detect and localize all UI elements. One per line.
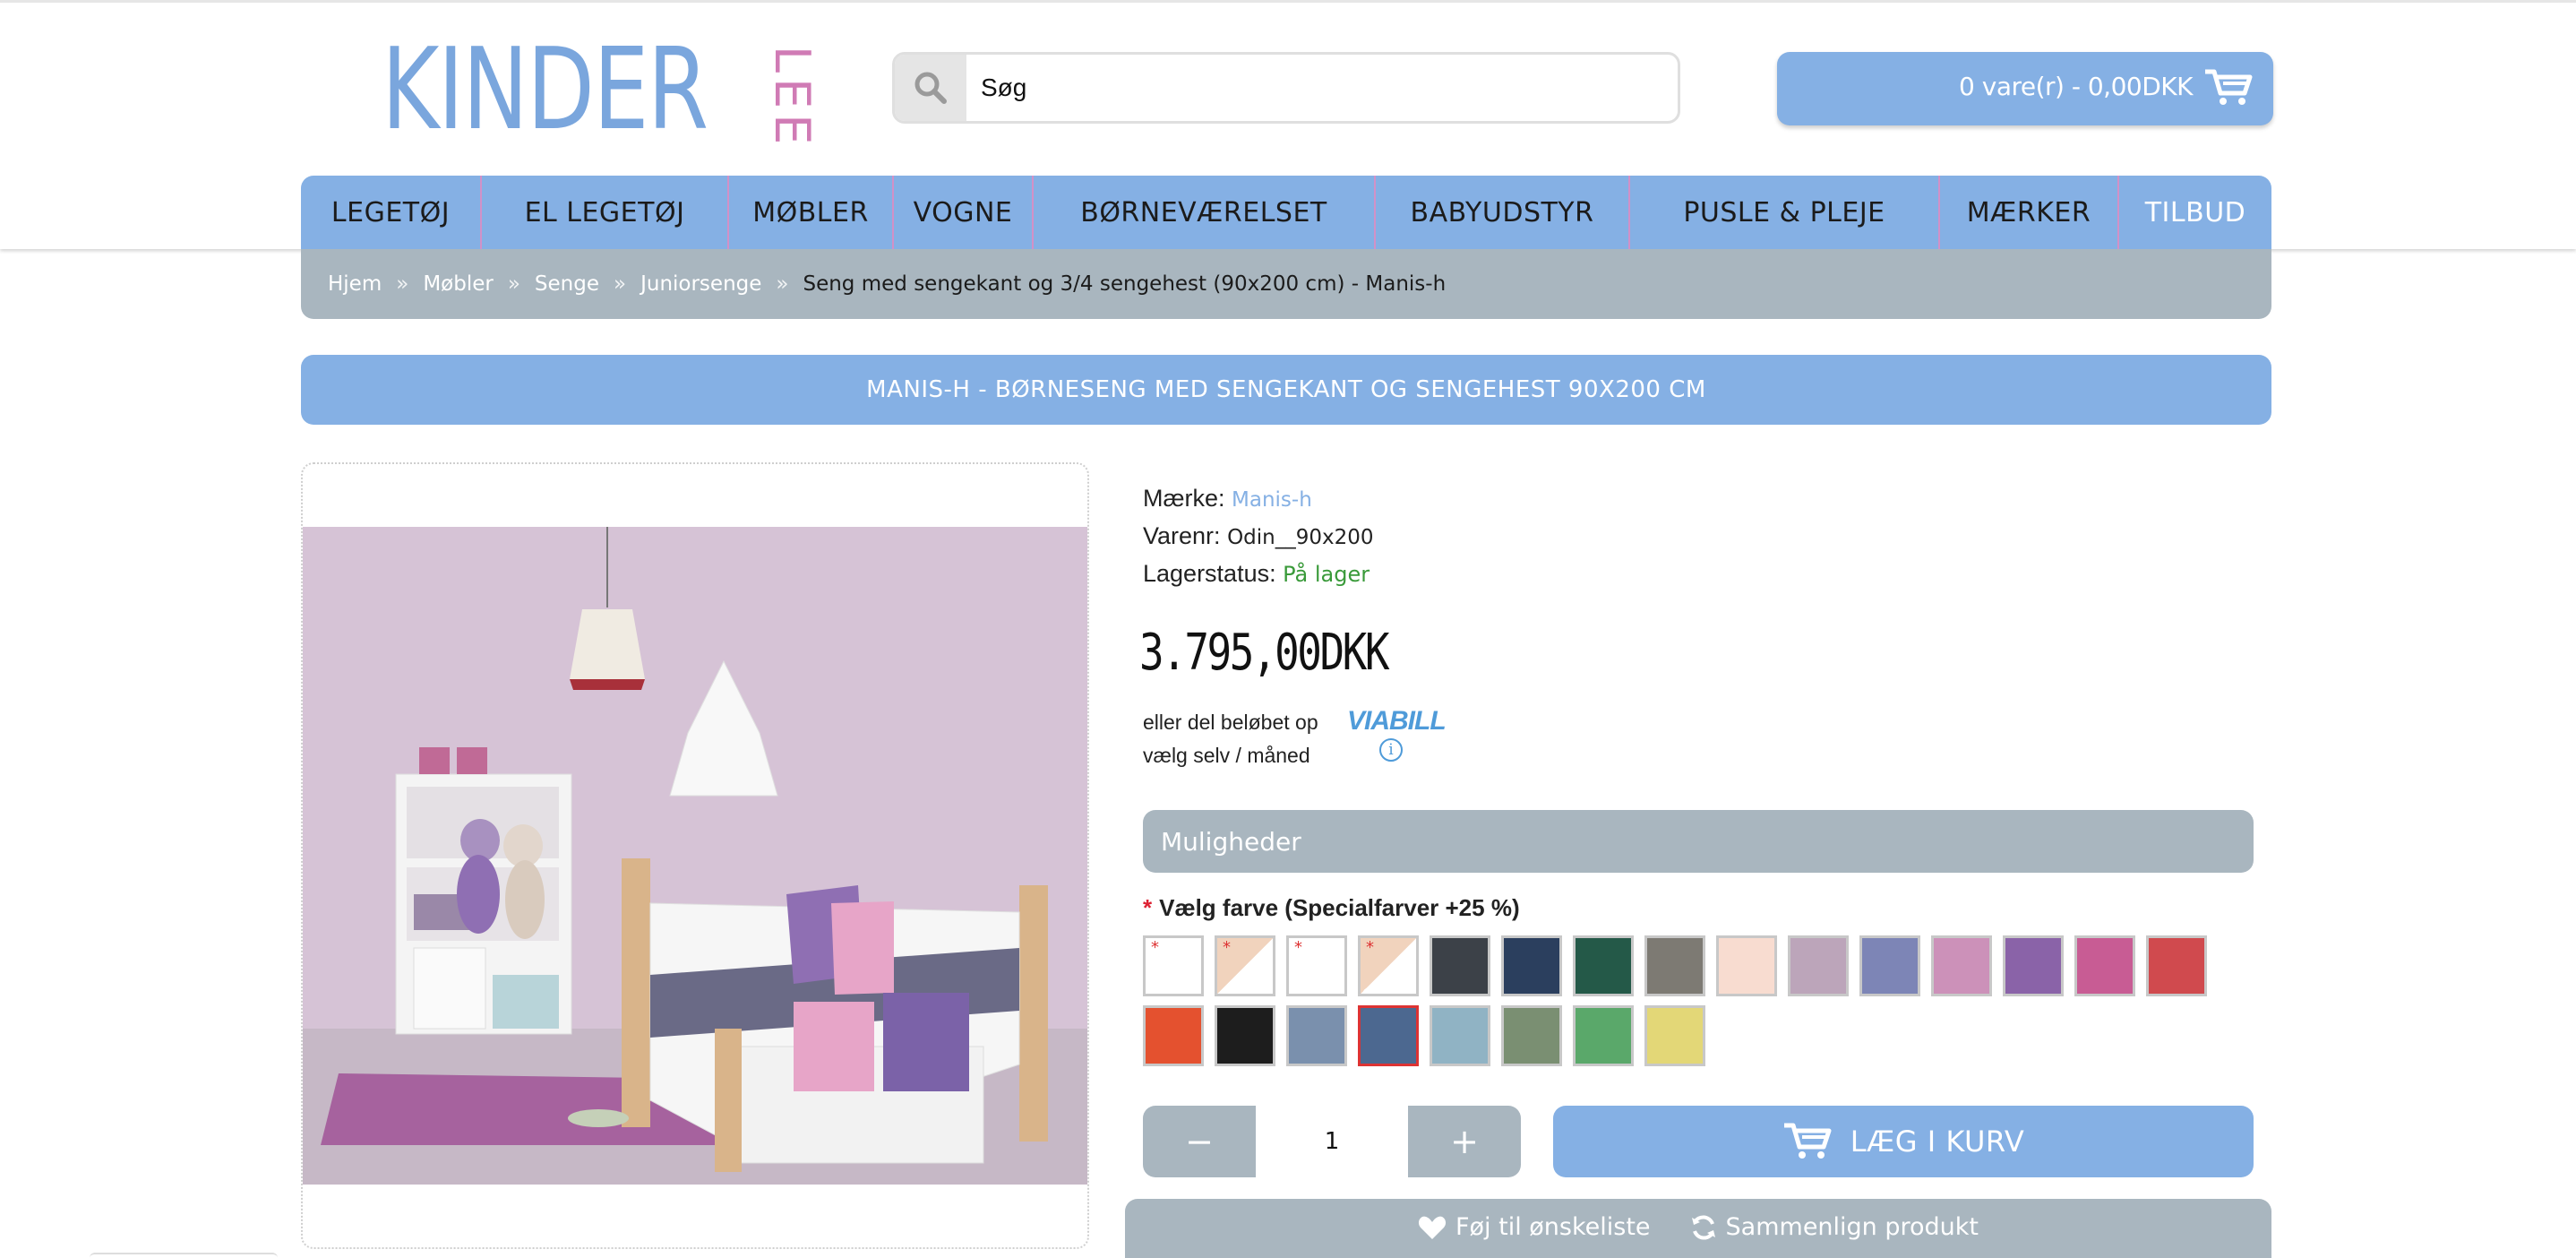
breadcrumb-link-juniorsenge[interactable]: Juniorsenge [640, 272, 761, 296]
color-swatch[interactable]: * [1215, 935, 1275, 996]
color-swatch[interactable] [1644, 1005, 1705, 1066]
refresh-icon [1691, 1215, 1715, 1239]
breadcrumb-separator: » [507, 272, 520, 296]
cart-icon [2203, 68, 2254, 111]
logo-main-text: KINDER [382, 23, 708, 155]
required-marker: * [1143, 894, 1153, 921]
stock-status: På lager [1283, 562, 1370, 587]
sku-value: Odin__90x200 [1227, 526, 1374, 549]
nav-item-mobler[interactable]: MØBLER [729, 176, 894, 249]
color-swatch[interactable] [1788, 935, 1849, 996]
quantity-decrease-button[interactable]: − [1143, 1106, 1256, 1177]
product-title: MANIS-H - BØRNESENG MED SENGEKANT OG SEN… [301, 355, 2271, 425]
color-swatch[interactable] [1143, 1005, 1204, 1066]
info-icon[interactable]: i [1379, 738, 1403, 762]
heart-icon [1418, 1216, 1447, 1239]
breadcrumb-separator: » [396, 272, 409, 296]
color-swatch[interactable] [1573, 1005, 1634, 1066]
quantity-stepper: − + [1143, 1106, 1521, 1177]
main-nav: LEGETØJ EL LEGETØJ MØBLER VOGNE BØRNEVÆR… [301, 176, 2271, 249]
color-swatch[interactable] [1358, 1005, 1419, 1066]
color-swatch[interactable] [2003, 935, 2064, 996]
breadcrumb-separator: » [614, 272, 627, 296]
breadcrumb-separator: » [776, 272, 789, 296]
cart-icon [1783, 1123, 1832, 1159]
color-select-label: * Vælg farve (Specialfarver +25 %) [1143, 894, 1520, 922]
nav-item-bornevaerelset[interactable]: BØRNEVÆRELSET [1034, 176, 1376, 249]
add-to-cart-label: LÆG I KURV [1850, 1124, 2025, 1159]
color-swatch[interactable] [1931, 935, 1992, 996]
color-swatch[interactable]: * [1358, 935, 1419, 996]
stock-line: Lagerstatus: På lager [1143, 556, 2271, 592]
breadcrumb-link-hjem[interactable]: Hjem [328, 272, 382, 296]
stock-label: Lagerstatus: [1143, 560, 1276, 587]
brand-link[interactable]: Manis-h [1232, 488, 1312, 512]
nav-item-el-legetoj[interactable]: EL LEGETØJ [482, 176, 729, 249]
color-swatch[interactable]: * [1143, 935, 1204, 996]
sku-line: Varenr: Odin__90x200 [1143, 518, 2271, 556]
nav-item-vogne[interactable]: VOGNE [894, 176, 1034, 249]
search-input[interactable] [981, 55, 1662, 121]
nav-item-tilbud[interactable]: TILBUD [2119, 176, 2271, 249]
color-label-text: Vælg farve (Specialfarver +25 %) [1159, 894, 1520, 921]
color-swatch[interactable] [1215, 1005, 1275, 1066]
logo-side-text: LEE [764, 46, 820, 151]
product-actions: Føj til ønskeliste Sammenlign produkt [1125, 1199, 2271, 1258]
options-header: Muligheder [1143, 810, 2254, 873]
brand-label: Mærke: [1143, 485, 1225, 512]
breadcrumb-current: Seng med sengekant og 3/4 sengehest (90x… [803, 272, 1447, 296]
nav-item-babyudstyr[interactable]: BABYUDSTYR [1376, 176, 1630, 249]
color-swatch[interactable] [2074, 935, 2135, 996]
compare-button[interactable]: Sammenlign produkt [1690, 1213, 1979, 1241]
color-swatch[interactable] [1573, 935, 1634, 996]
quantity-increase-button[interactable]: + [1408, 1106, 1521, 1177]
cart-summary: 0 vare(r) - 0,00DKK [1959, 72, 2193, 101]
brand-line: Mærke: Manis-h [1143, 480, 2271, 518]
color-swatch[interactable] [1430, 935, 1490, 996]
color-swatch[interactable] [1859, 935, 1920, 996]
cart-button[interactable]: 0 vare(r) - 0,00DKK [1777, 52, 2273, 125]
viabill-logo[interactable]: VIABILL [1347, 706, 1447, 737]
breadcrumb-link-mobler[interactable]: Møbler [423, 272, 494, 296]
color-swatch[interactable] [1430, 1005, 1490, 1066]
breadcrumb-link-senge[interactable]: Senge [535, 272, 599, 296]
financing-line-1: eller del beløbet op [1143, 711, 1318, 734]
add-to-cart-button[interactable]: LÆG I KURV [1553, 1106, 2254, 1177]
nav-item-legetoj[interactable]: LEGETØJ [301, 176, 482, 249]
special-color-marker: * [1223, 938, 1231, 957]
wishlist-button[interactable]: Føj til ønskeliste [1418, 1213, 1651, 1241]
color-swatch[interactable] [1501, 935, 1562, 996]
scroll-indicator [90, 1253, 278, 1258]
nav-item-pusle-pleje[interactable]: PUSLE & PLEJE [1630, 176, 1940, 249]
special-color-marker: * [1294, 938, 1302, 957]
kinderlee-logo[interactable]: KINDER LEE [382, 23, 820, 155]
search-box [892, 52, 1680, 124]
financing-text: eller del beløbet op vælg selv / måned [1143, 706, 1318, 772]
search-icon[interactable] [895, 55, 966, 121]
color-swatch[interactable] [2146, 935, 2207, 996]
product-info: Mærke: Manis-h Varenr: Odin__90x200 Lage… [1143, 480, 2271, 592]
product-price: 3.795,00DKK [1139, 624, 1390, 682]
quantity-input[interactable] [1256, 1106, 1408, 1177]
sku-label: Varenr: [1143, 522, 1221, 549]
financing-line-2: vælg selv / måned [1143, 744, 1310, 767]
color-swatch[interactable] [1716, 935, 1777, 996]
special-color-marker: * [1151, 938, 1159, 957]
product-image[interactable] [301, 462, 1089, 1249]
breadcrumb: Hjem » Møbler » Senge » Juniorsenge » Se… [301, 249, 2271, 319]
special-color-marker: * [1366, 938, 1374, 957]
product-photo [303, 527, 1087, 1185]
color-swatch[interactable] [1501, 1005, 1562, 1066]
nav-item-maerker[interactable]: MÆRKER [1940, 176, 2119, 249]
color-swatch[interactable]: * [1286, 935, 1347, 996]
color-swatch[interactable] [1286, 1005, 1347, 1066]
wishlist-label: Føj til ønskeliste [1455, 1213, 1651, 1241]
compare-label: Sammenlign produkt [1725, 1213, 1979, 1241]
color-swatch[interactable] [1644, 935, 1705, 996]
